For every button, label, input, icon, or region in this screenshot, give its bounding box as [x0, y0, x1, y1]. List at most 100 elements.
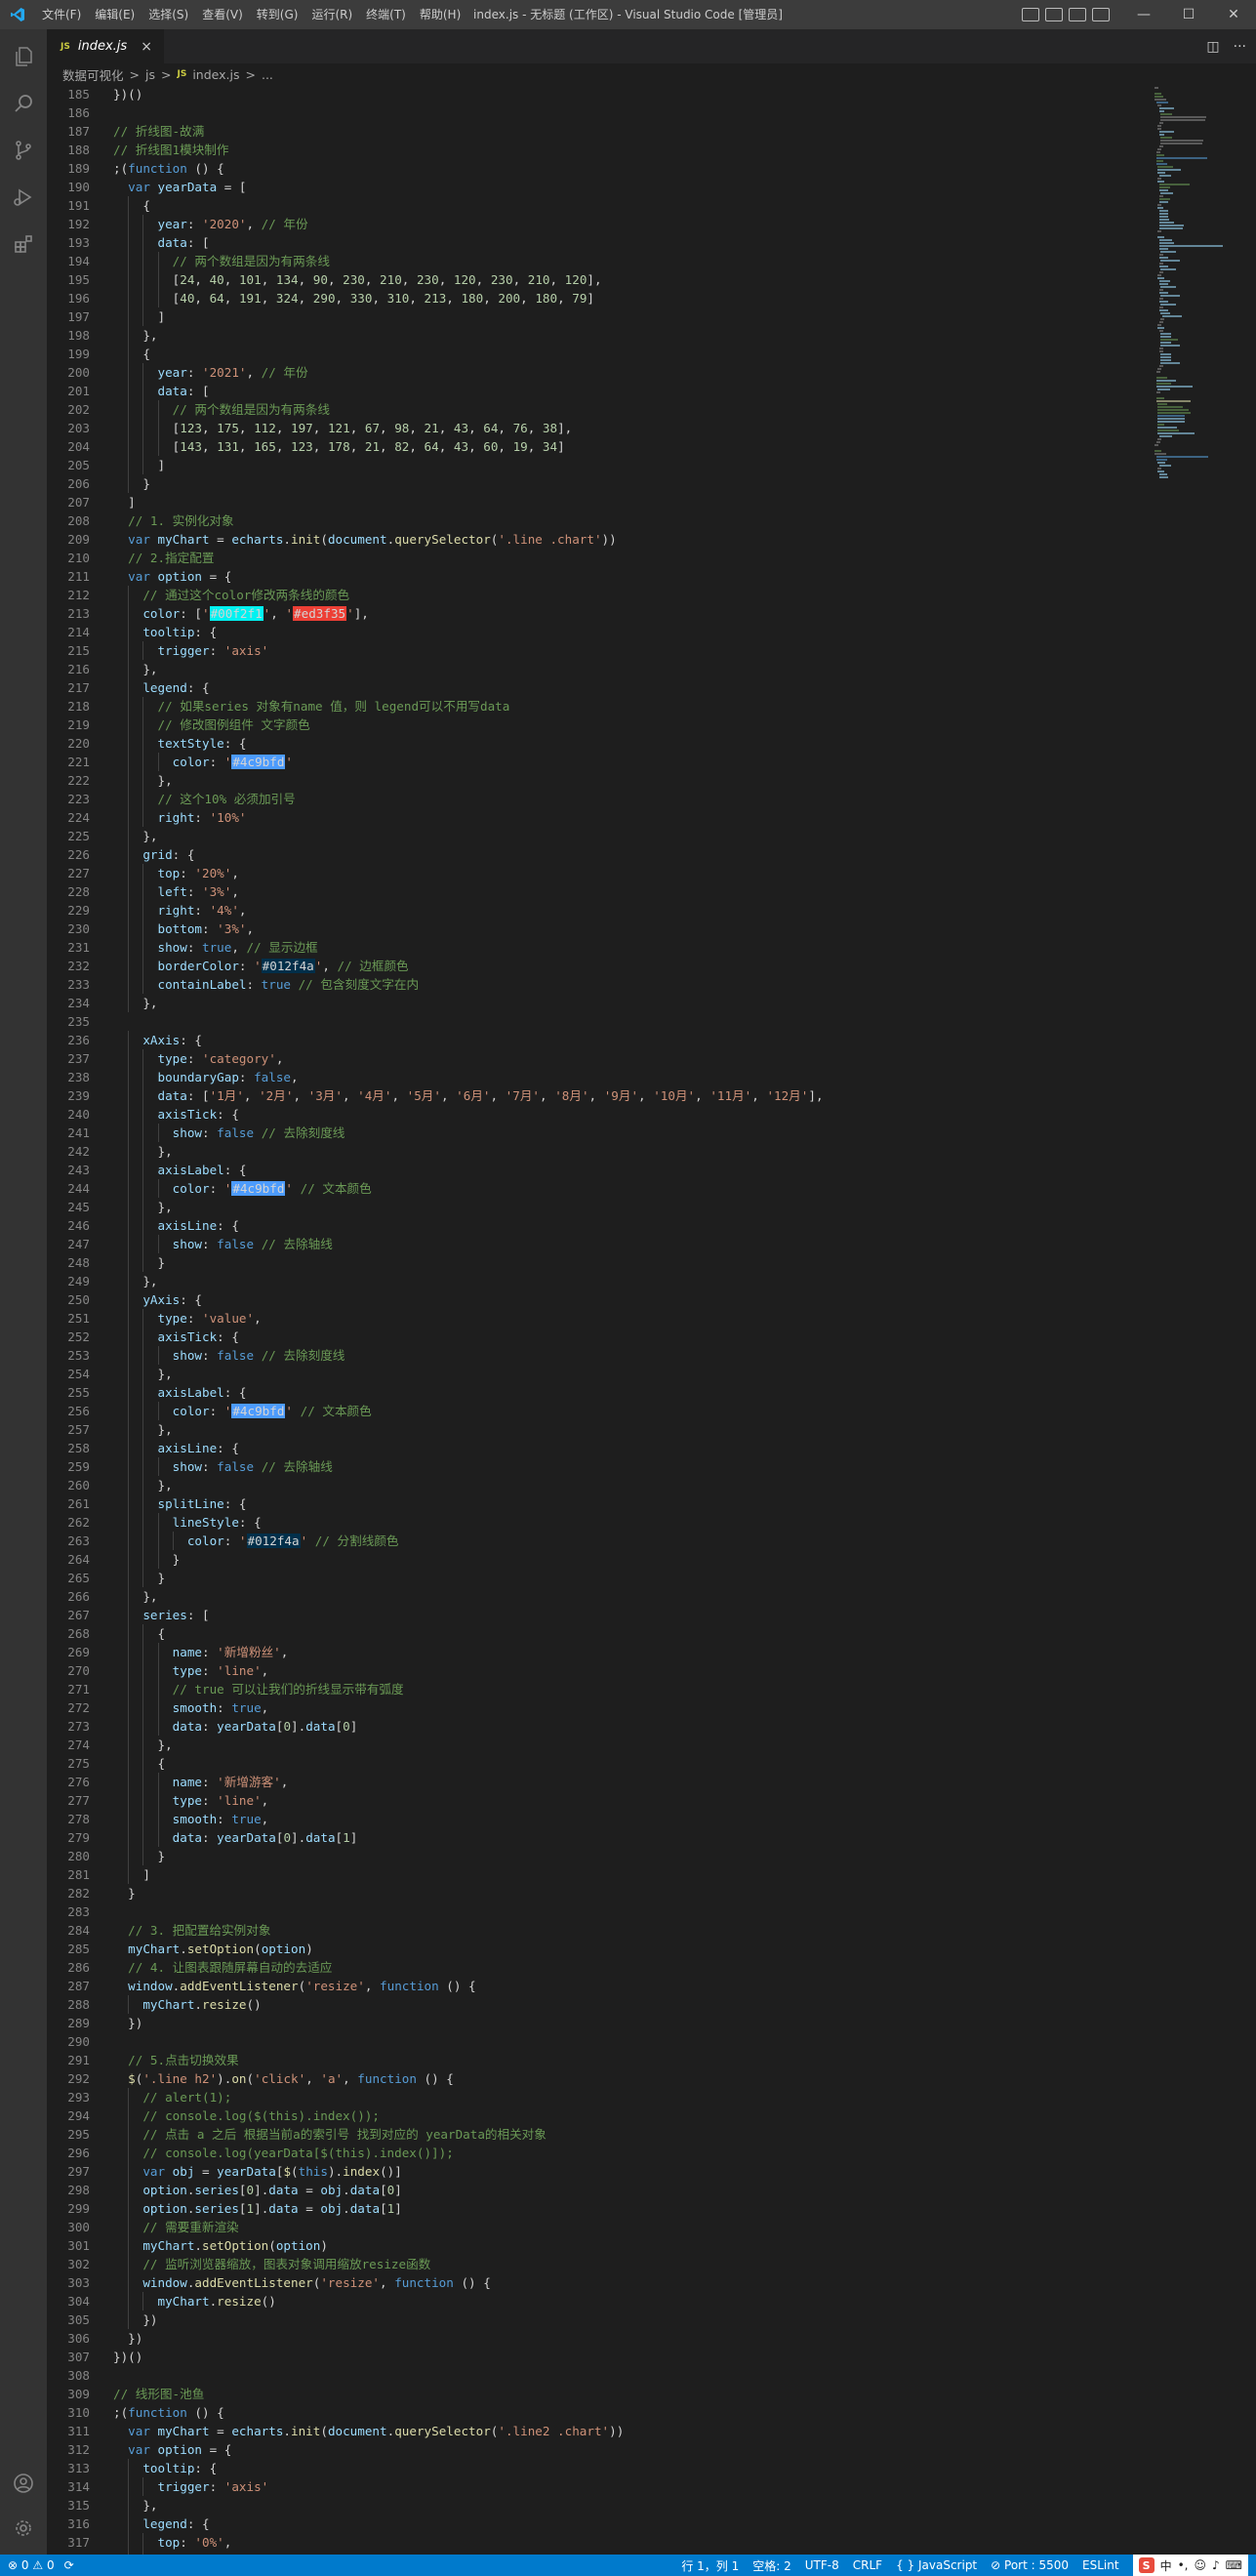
- minimap[interactable]: [1147, 85, 1256, 2555]
- code-line[interactable]: 239 data: ['1月', '2月', '3月', '4月', '5月',…: [47, 1086, 1147, 1105]
- indentation[interactable]: 空格: 2: [752, 2557, 791, 2574]
- code-line[interactable]: 209 var myChart = echarts.init(document.…: [47, 530, 1147, 549]
- code-line[interactable]: 240 axisTick: {: [47, 1105, 1147, 1124]
- code-line[interactable]: 207 ]: [47, 493, 1147, 511]
- code-line[interactable]: 290: [47, 2032, 1147, 2051]
- code-line[interactable]: 297 var obj = yearData[$(this).index()]: [47, 2162, 1147, 2181]
- code-line[interactable]: 255 axisLabel: {: [47, 1383, 1147, 1402]
- code-line[interactable]: 285 myChart.setOption(option): [47, 1940, 1147, 1958]
- code-line[interactable]: 187 // 折线图-故满: [47, 122, 1147, 141]
- code-line[interactable]: 243 axisLabel: {: [47, 1161, 1147, 1179]
- code-line[interactable]: 315 },: [47, 2496, 1147, 2515]
- code-line[interactable]: 231 show: true, // 显示边框: [47, 938, 1147, 957]
- code-line[interactable]: 263 color: '#012f4a' // 分割线颜色: [47, 1532, 1147, 1550]
- toggle-sidebar-icon[interactable]: [1022, 8, 1039, 21]
- code-line[interactable]: 271 // true 可以让我们的折线显示带有弧度: [47, 1680, 1147, 1698]
- code-line[interactable]: 286 // 4. 让图表跟随屏幕自动的去适应: [47, 1958, 1147, 1977]
- code-line[interactable]: 186: [47, 103, 1147, 122]
- code-line[interactable]: 204 [143, 131, 165, 123, 178, 21, 82, 64…: [47, 437, 1147, 456]
- code-line[interactable]: 264 }: [47, 1550, 1147, 1569]
- menu-selection[interactable]: 选择(S): [142, 0, 195, 29]
- split-editor-icon[interactable]: ◫: [1206, 39, 1219, 55]
- code-line[interactable]: 251 type: 'value',: [47, 1309, 1147, 1328]
- menu-go[interactable]: 转到(G): [250, 0, 305, 29]
- code-line[interactable]: 211 var option = {: [47, 567, 1147, 586]
- code-line[interactable]: 274 },: [47, 1736, 1147, 1754]
- code-line[interactable]: 241 show: false // 去除刻度线: [47, 1124, 1147, 1142]
- code-line[interactable]: 261 splitLine: {: [47, 1494, 1147, 1513]
- code-line[interactable]: 196 [40, 64, 191, 324, 290, 330, 310, 21…: [47, 289, 1147, 307]
- more-actions-icon[interactable]: ···: [1234, 39, 1246, 55]
- customize-layout-icon[interactable]: [1092, 8, 1110, 21]
- code-line[interactable]: 252 axisTick: {: [47, 1328, 1147, 1346]
- explorer-icon[interactable]: [0, 33, 47, 80]
- code-line[interactable]: 311 var myChart = echarts.init(document.…: [47, 2422, 1147, 2440]
- code-line[interactable]: 217 legend: {: [47, 678, 1147, 697]
- code-line[interactable]: 206 }: [47, 474, 1147, 493]
- cursor-position[interactable]: 行 1，列 1: [681, 2557, 739, 2574]
- source-control-icon[interactable]: [0, 127, 47, 174]
- code-line[interactable]: 280 }: [47, 1847, 1147, 1865]
- code-line[interactable]: 260 },: [47, 1476, 1147, 1494]
- code-line[interactable]: 292 $('.line h2').on('click', 'a', funct…: [47, 2069, 1147, 2088]
- settings-gear-icon[interactable]: [0, 2505, 47, 2552]
- code-line[interactable]: 305 }): [47, 2310, 1147, 2329]
- code-line[interactable]: 258 axisLine: {: [47, 1439, 1147, 1457]
- code-line[interactable]: 197 ]: [47, 307, 1147, 326]
- menu-terminal[interactable]: 终端(T): [359, 0, 413, 29]
- code-line[interactable]: 237 type: 'category',: [47, 1049, 1147, 1068]
- run-debug-icon[interactable]: [0, 174, 47, 221]
- code-line[interactable]: 248 }: [47, 1253, 1147, 1272]
- code-line[interactable]: 299 option.series[1].data = obj.data[1]: [47, 2199, 1147, 2218]
- code-line[interactable]: 253 show: false // 去除刻度线: [47, 1346, 1147, 1365]
- code-line[interactable]: 229 right: '4%',: [47, 901, 1147, 920]
- code-line[interactable]: 223 // 这个10% 必须加引号: [47, 790, 1147, 808]
- code-line[interactable]: 262 lineStyle: {: [47, 1513, 1147, 1532]
- code-line[interactable]: 265 }: [47, 1569, 1147, 1587]
- code-line[interactable]: 201 data: [: [47, 382, 1147, 400]
- code-line[interactable]: 301 myChart.setOption(option): [47, 2236, 1147, 2255]
- code-line[interactable]: 300 // 需要重新渲染: [47, 2218, 1147, 2236]
- code-line[interactable]: 316 legend: {: [47, 2515, 1147, 2533]
- encoding[interactable]: UTF-8: [805, 2558, 839, 2572]
- code-line[interactable]: 309 // 线形图-池鱼: [47, 2385, 1147, 2403]
- code-line[interactable]: 294 // console.log($(this).index());: [47, 2106, 1147, 2125]
- code-line[interactable]: 269 name: '新增粉丝',: [47, 1643, 1147, 1661]
- code-line[interactable]: 259 show: false // 去除轴线: [47, 1457, 1147, 1476]
- code-line[interactable]: 287 window.addEventListener('resize', fu…: [47, 1977, 1147, 1995]
- code-line[interactable]: 289 }): [47, 2014, 1147, 2032]
- code-line[interactable]: 270 type: 'line',: [47, 1661, 1147, 1680]
- code-line[interactable]: 257 },: [47, 1420, 1147, 1439]
- menu-run[interactable]: 运行(R): [304, 0, 359, 29]
- code-line[interactable]: 284 // 3. 把配置给实例对象: [47, 1921, 1147, 1940]
- breadcrumb-symbol[interactable]: ...: [262, 67, 273, 82]
- code-line[interactable]: 226 grid: {: [47, 845, 1147, 864]
- code-line[interactable]: 302 // 监听浏览器缩放，图表对象调用缩放resize函数: [47, 2255, 1147, 2273]
- code-line[interactable]: 214 tooltip: {: [47, 623, 1147, 641]
- code-line[interactable]: 202 // 两个数组是因为有两条线: [47, 400, 1147, 419]
- code-line[interactable]: 283: [47, 1902, 1147, 1921]
- account-icon[interactable]: [0, 2460, 47, 2507]
- code-line[interactable]: 288 myChart.resize(): [47, 1995, 1147, 2014]
- code-line[interactable]: 317 top: '0%',: [47, 2533, 1147, 2552]
- code-line[interactable]: 193 data: [: [47, 233, 1147, 252]
- breadcrumb-file[interactable]: index.js: [192, 67, 239, 82]
- code-line[interactable]: 225 },: [47, 827, 1147, 845]
- code-line[interactable]: 238 boundaryGap: false,: [47, 1068, 1147, 1086]
- code-line[interactable]: 188 // 折线图1模块制作: [47, 141, 1147, 159]
- code-line[interactable]: 219 // 修改图例组件 文字颜色: [47, 716, 1147, 734]
- code-line[interactable]: 203 [123, 175, 112, 197, 121, 67, 98, 21…: [47, 419, 1147, 437]
- code-line[interactable]: 205 ]: [47, 456, 1147, 474]
- code-line[interactable]: 195 [24, 40, 101, 134, 90, 230, 210, 230…: [47, 270, 1147, 289]
- code-line[interactable]: 191 {: [47, 196, 1147, 215]
- line-ending[interactable]: CRLF: [853, 2558, 882, 2572]
- code-line[interactable]: 221 color: '#4c9bfd': [47, 753, 1147, 771]
- code-line[interactable]: 215 trigger: 'axis': [47, 641, 1147, 660]
- code-line[interactable]: 232 borderColor: '#012f4a', // 边框颜色: [47, 957, 1147, 975]
- code-line[interactable]: 254 },: [47, 1365, 1147, 1383]
- eslint-status[interactable]: ESLint: [1082, 2558, 1119, 2572]
- code-line[interactable]: 306 }): [47, 2329, 1147, 2348]
- code-line[interactable]: 208 // 1. 实例化对象: [47, 511, 1147, 530]
- live-server-port[interactable]: ⊘ Port : 5500: [991, 2558, 1069, 2572]
- code-line[interactable]: 210 // 2.指定配置: [47, 549, 1147, 567]
